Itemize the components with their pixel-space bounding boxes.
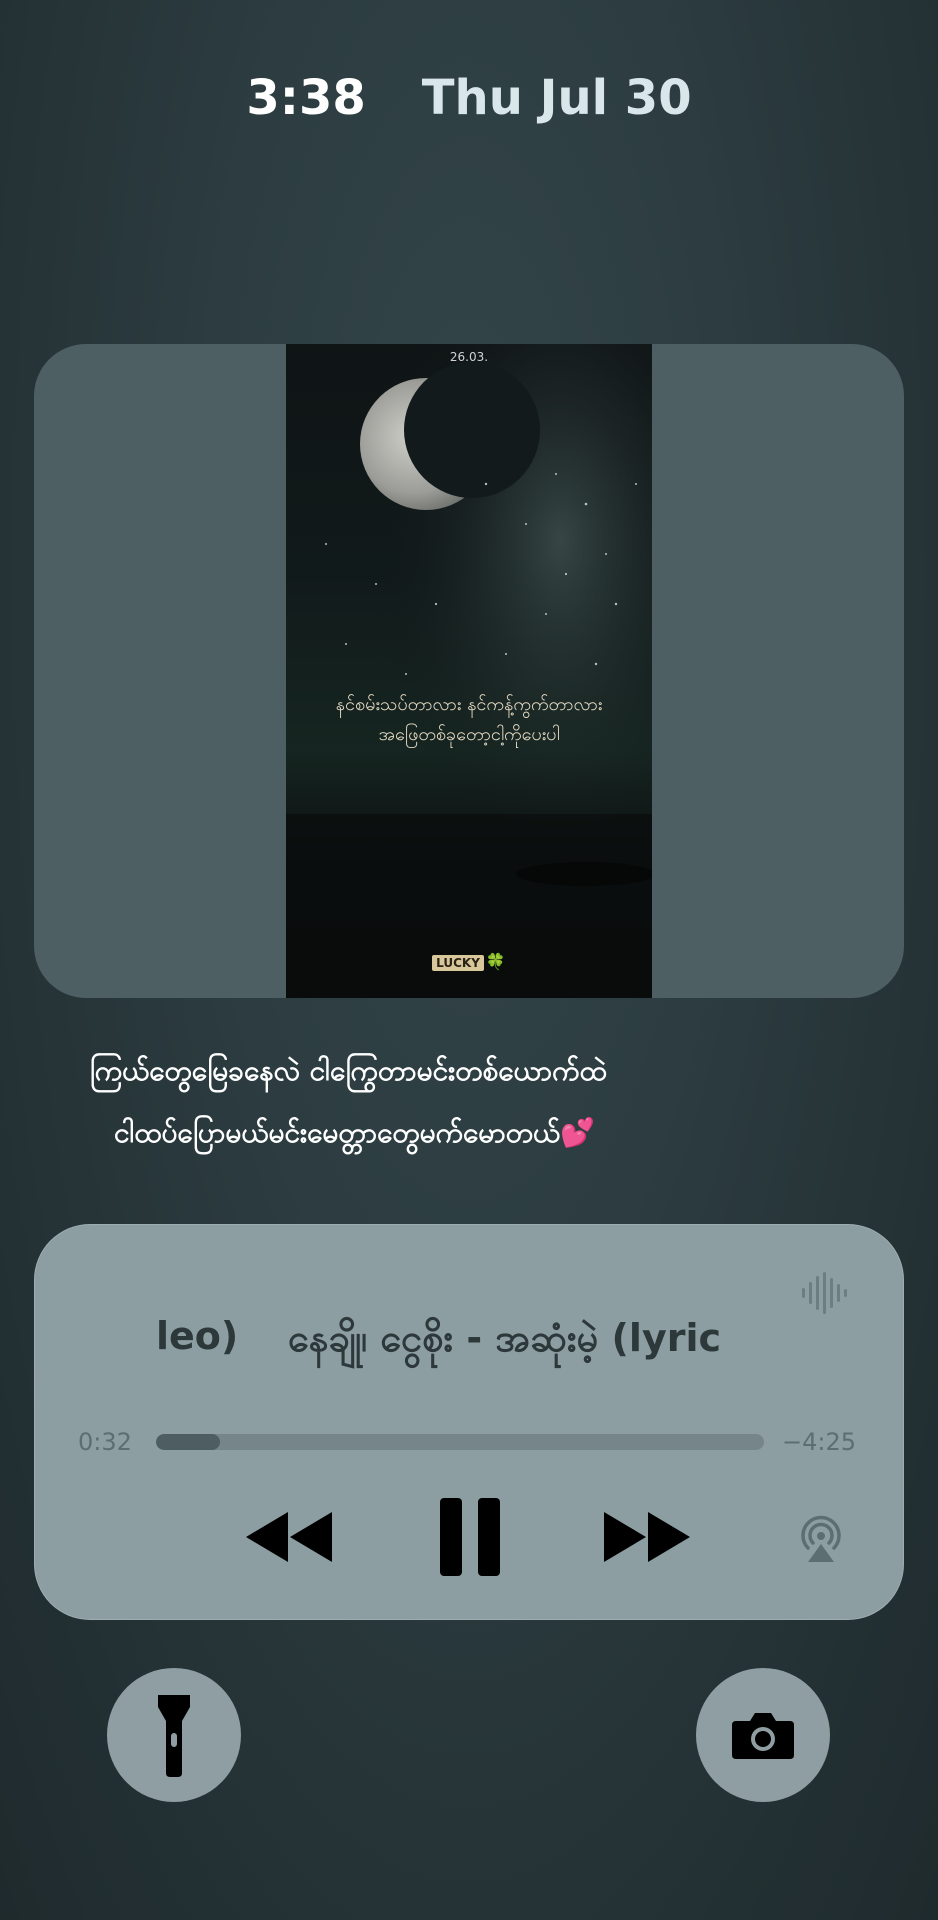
flashlight-button[interactable] (107, 1668, 241, 1802)
night-sky-illustration (286, 344, 652, 998)
camera-icon (732, 1713, 794, 1759)
artwork-card[interactable]: 26.03. နင်စမ်းသပ်တာလား နင်ကန့်ကွက်တာလား … (34, 344, 904, 998)
brand-tag: LUCKY (432, 955, 484, 971)
artwork-date: 26.03. (449, 350, 489, 364)
artwork-brand: LUCKY 🍀 (286, 952, 652, 971)
waveform-icon[interactable] (800, 1268, 850, 1318)
track-title: leo) နေချို၊ ငွေစိုး - အဆုံးမဲ့ (lyric (34, 1314, 904, 1374)
flashlight-icon (158, 1695, 190, 1777)
caption-line1: ကြယ်တွေမြေခနေလဲ ငါကြွေတာမင်းတစ်ယောက်ထဲ (90, 1054, 607, 1087)
artwork-image: 26.03. နင်စမ်းသပ်တာလား နင်ကန့်ကွက်တာလား … (286, 344, 652, 998)
elapsed-time: 0:32 (78, 1428, 132, 1456)
rewind-icon[interactable] (246, 1512, 334, 1562)
pause-icon[interactable] (440, 1498, 500, 1576)
clover-icon: 🍀 (485, 952, 506, 971)
progress-fill (156, 1434, 220, 1450)
remaining-time: −4:25 (782, 1428, 857, 1456)
lyric-caption: ကြယ်တွေမြေခနေလဲ ငါကြွေတာမင်းတစ်ယောက်ထဲ င… (60, 1040, 880, 1164)
caption-line2-text: ငါထပ်ပြောမယ်မင်းမေတ္တာတွေမက်မောတယ် (114, 1116, 561, 1149)
progress-bar[interactable] (156, 1434, 764, 1450)
camera-button[interactable] (696, 1668, 830, 1802)
track-title-tail: leo) (156, 1314, 239, 1358)
artwork-text-line2: အဖြေတစ်ခုတော့ငါ့ကိုပေးပါ (378, 724, 560, 745)
date-label: Thu Jul 30 (421, 70, 692, 126)
lockscreen-clock: 3:38 Thu Jul 30 (0, 70, 938, 126)
fast-forward-icon[interactable] (604, 1512, 692, 1562)
track-title-head: နေချို၊ ငွေစိုး - အဆုံးမဲ့ (lyric (288, 1316, 722, 1360)
artwork-text: နင်စမ်းသပ်တာလား နင်ကန့်ကွက်တာလား အဖြေတစ်… (286, 690, 652, 750)
time-label: 3:38 (246, 70, 366, 126)
artwork-text-line1: နင်စမ်းသပ်တာလား နင်ကန့်ကွက်တာလား (335, 694, 603, 715)
airplay-icon[interactable] (794, 1510, 848, 1564)
heart-icon: 💕 (560, 1116, 596, 1149)
caption-line2: ငါထပ်ပြောမယ်မင်းမေတ္တာတွေမက်မောတယ်💕 (60, 1102, 880, 1164)
